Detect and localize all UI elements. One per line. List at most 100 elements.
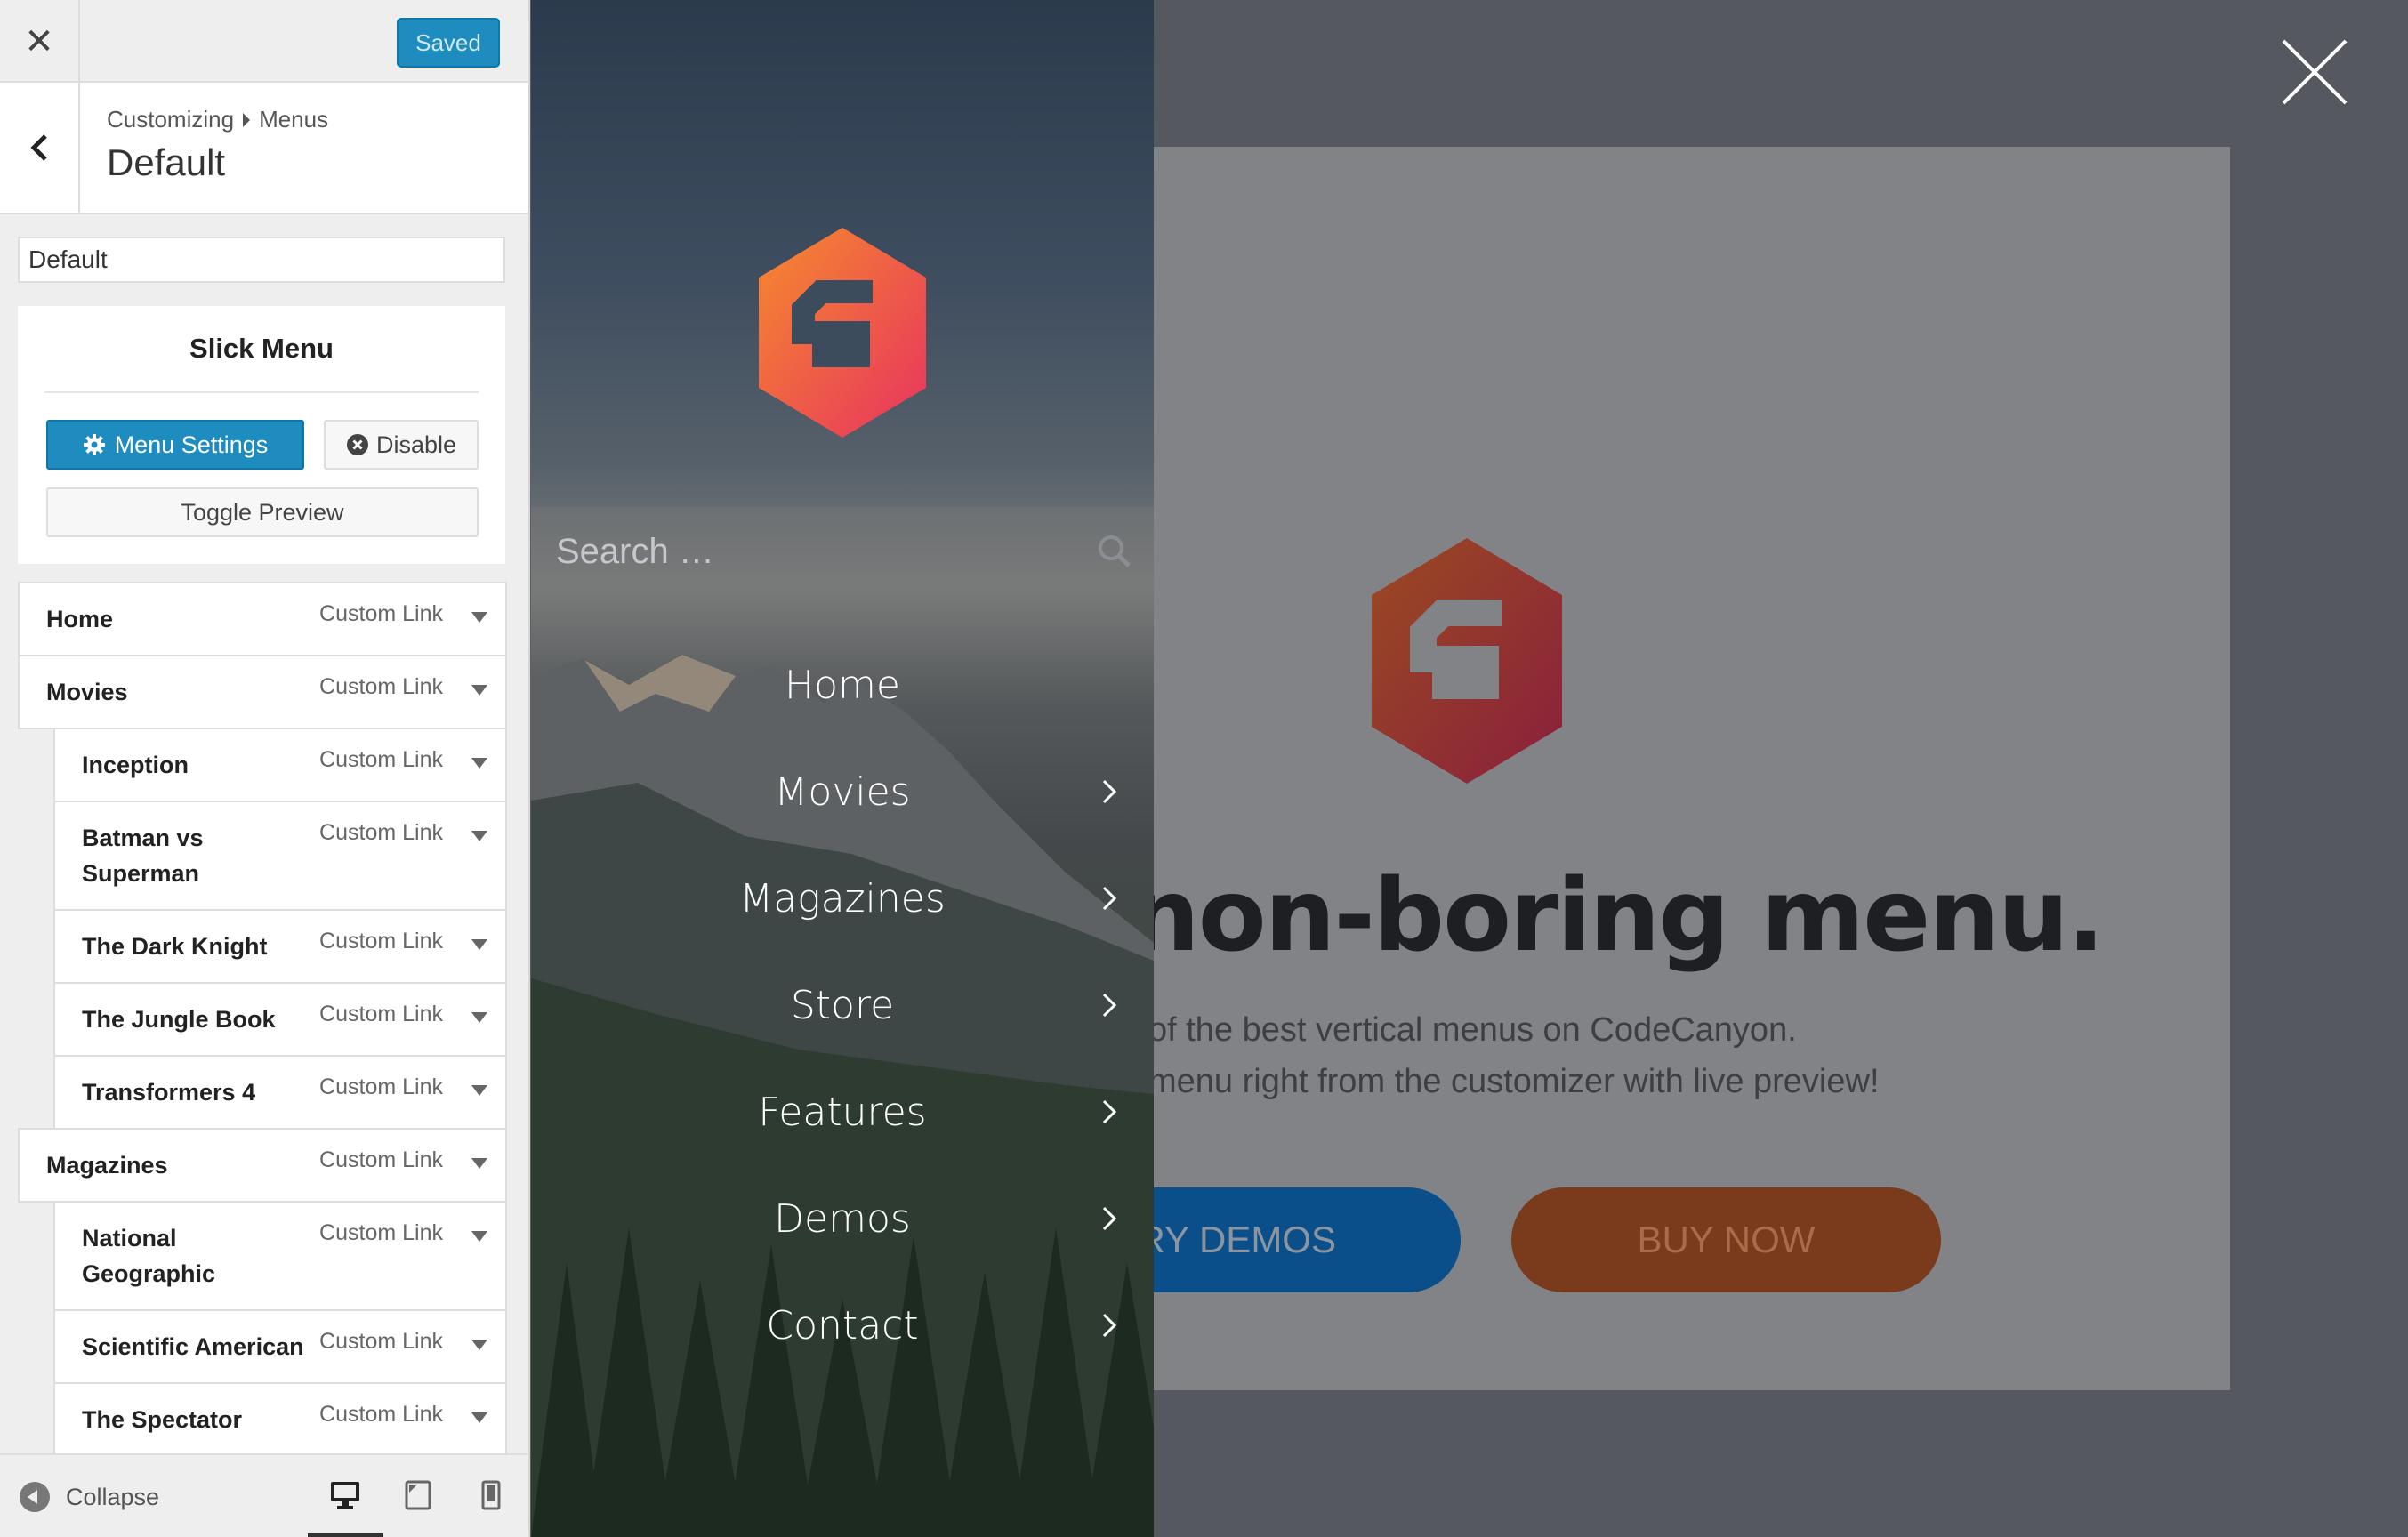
collapse-icon xyxy=(20,1482,50,1512)
chevron-right-icon xyxy=(1102,1313,1116,1338)
toggle-preview-button[interactable]: Toggle Preview xyxy=(46,487,479,537)
menu-item-label: Magazines xyxy=(46,1152,168,1179)
menu-item-label: The Jungle Book xyxy=(82,1006,276,1033)
menu-item-label: Scientific American xyxy=(82,1333,304,1360)
menu-item-the-spectator[interactable]: The Spectator Custom Link xyxy=(53,1382,507,1457)
menu-item-type: Custom Link xyxy=(319,1329,443,1354)
menu-item-the-dark-knight[interactable]: The Dark Knight Custom Link xyxy=(53,909,507,984)
nav-item-label: Features xyxy=(758,1089,927,1135)
menu-item-national-geographic[interactable]: National Geographic Custom Link xyxy=(53,1201,507,1311)
menu-item-type: Custom Link xyxy=(319,1220,443,1245)
chevron-left-icon xyxy=(30,134,47,161)
breadcrumb: Customizing Menus xyxy=(107,106,328,133)
hero-title: non-boring menu. xyxy=(1154,858,2105,974)
menu-item-magazines[interactable]: Magazines Custom Link xyxy=(18,1128,507,1203)
slick-menu-title: Slick Menu xyxy=(189,333,334,364)
breadcrumb-root: Customizing xyxy=(107,106,235,133)
menu-item-label: The Dark Knight xyxy=(82,933,268,960)
dropdown-arrow-icon[interactable] xyxy=(471,1340,487,1350)
dropdown-arrow-icon[interactable] xyxy=(471,758,487,768)
menu-item-type: Custom Link xyxy=(319,747,443,772)
menu-name-input[interactable] xyxy=(18,237,505,283)
search-icon[interactable] xyxy=(1097,534,1132,569)
menu-item-movies[interactable]: Movies Custom Link xyxy=(18,655,507,729)
logo-icon xyxy=(759,228,926,438)
nav-item-label: Store xyxy=(790,982,895,1028)
nav-item-features[interactable]: Features xyxy=(531,1076,1154,1147)
nav-item-demos[interactable]: Demos xyxy=(531,1183,1154,1254)
menu-item-label: Batman vs Superman xyxy=(82,825,204,887)
close-menu-icon[interactable] xyxy=(2282,39,2348,105)
nav-item-movies[interactable]: Movies xyxy=(531,756,1154,827)
close-circle-icon xyxy=(346,434,368,455)
chevron-right-icon xyxy=(1102,779,1116,804)
chevron-right-icon xyxy=(1102,993,1116,1018)
dropdown-arrow-icon[interactable] xyxy=(471,1085,487,1096)
close-icon: ✕ xyxy=(24,21,54,61)
menu-item-transformers-4[interactable]: Transformers 4 Custom Link xyxy=(53,1055,507,1130)
menu-item-type: Custom Link xyxy=(319,1074,443,1099)
nav-item-label: Home xyxy=(785,662,900,708)
saved-button[interactable]: Saved xyxy=(397,18,500,68)
page-title: Default xyxy=(107,141,226,183)
search-input[interactable] xyxy=(556,528,1054,575)
menu-item-label: National Geographic xyxy=(82,1225,216,1287)
breadcrumb-section: Menus xyxy=(259,106,329,133)
menu-item-home[interactable]: Home Custom Link xyxy=(18,582,507,656)
search-bar xyxy=(531,507,1154,596)
nav-item-magazines[interactable]: Magazines xyxy=(531,863,1154,934)
dropdown-arrow-icon[interactable] xyxy=(471,831,487,841)
dropdown-arrow-icon[interactable] xyxy=(471,939,487,950)
menu-item-the-jungle-book[interactable]: The Jungle Book Custom Link xyxy=(53,982,507,1057)
close-customizer-button[interactable]: ✕ xyxy=(0,0,80,83)
nav-item-label: Movies xyxy=(774,768,911,815)
hero-subtitle-line2: menu right from the customizer with live… xyxy=(1154,1063,1880,1100)
tablet-preview-button[interactable] xyxy=(400,1475,436,1516)
menu-settings-button[interactable]: Menu Settings xyxy=(46,420,304,470)
desktop-icon xyxy=(331,1482,359,1509)
nav-item-label: Demos xyxy=(774,1195,911,1242)
nav-item-label: Magazines xyxy=(739,875,946,921)
menu-item-label: Home xyxy=(46,606,114,632)
dropdown-arrow-icon[interactable] xyxy=(471,1158,487,1169)
active-device-indicator xyxy=(308,1533,383,1537)
nav-item-store[interactable]: Store xyxy=(531,970,1154,1041)
collapse-button[interactable]: Collapse xyxy=(20,1482,159,1512)
demos-button[interactable]: RY DEMOS xyxy=(1154,1187,1461,1292)
disable-button[interactable]: Disable xyxy=(324,420,479,470)
site-preview: non-boring menu. of the best vertical me… xyxy=(1154,0,2408,1537)
collapse-label: Collapse xyxy=(66,1483,160,1510)
desktop-preview-button[interactable] xyxy=(327,1475,363,1516)
slick-menu-panel: Home Movies Magazines Store Features Dem… xyxy=(531,0,1154,1537)
customizer-footer: Collapse xyxy=(0,1453,528,1537)
dropdown-arrow-icon[interactable] xyxy=(471,1231,487,1242)
menu-item-batman-vs-superman[interactable]: Batman vs Superman Custom Link xyxy=(53,801,507,911)
dropdown-arrow-icon[interactable] xyxy=(471,685,487,696)
panel-header: Customizing Menus Default xyxy=(0,83,528,214)
nav-item-home[interactable]: Home xyxy=(531,649,1154,720)
menu-item-type: Custom Link xyxy=(319,674,443,699)
menu-item-type: Custom Link xyxy=(319,601,443,626)
dropdown-arrow-icon[interactable] xyxy=(471,612,487,623)
back-button[interactable] xyxy=(0,83,80,213)
menu-item-type: Custom Link xyxy=(319,1147,443,1172)
mobile-preview-button[interactable] xyxy=(473,1475,509,1516)
hero-subtitle-line1: of the best vertical menus on CodeCanyon… xyxy=(1154,1011,1797,1049)
menu-item-label: Transformers 4 xyxy=(82,1079,256,1106)
dropdown-arrow-icon[interactable] xyxy=(471,1412,487,1423)
menu-settings-label: Menu Settings xyxy=(114,431,269,458)
mobile-icon xyxy=(481,1480,501,1510)
menu-item-type: Custom Link xyxy=(319,1402,443,1427)
buy-now-button[interactable]: BUY NOW xyxy=(1511,1187,1941,1292)
nav-item-contact[interactable]: Contact xyxy=(531,1290,1154,1361)
customizer-topbar: ✕ Saved xyxy=(0,0,528,83)
menu-item-scientific-american[interactable]: Scientific American Custom Link xyxy=(53,1309,507,1384)
slick-menu-box: Slick Menu Menu Settings Disable Toggle … xyxy=(18,306,505,564)
breadcrumb-separator-icon xyxy=(243,112,251,127)
dropdown-arrow-icon[interactable] xyxy=(471,1012,487,1023)
gear-icon xyxy=(83,434,105,455)
menu-item-inception[interactable]: Inception Custom Link xyxy=(53,728,507,802)
chevron-right-icon xyxy=(1102,1206,1116,1231)
menu-item-label: The Spectator xyxy=(82,1406,243,1433)
menu-item-type: Custom Link xyxy=(319,820,443,845)
